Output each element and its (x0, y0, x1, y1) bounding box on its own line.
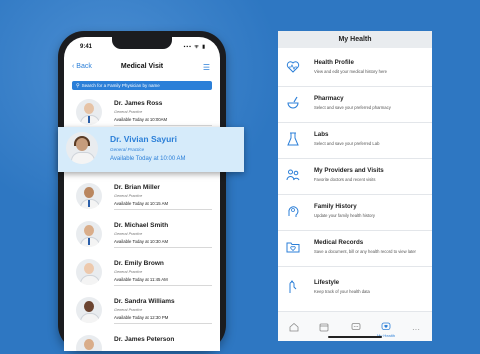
menu-item-providers[interactable]: My Providers and Visits Favorite doctors… (278, 159, 432, 195)
page-title: Medical Visit (120, 63, 164, 70)
promo-background: 9:41 ▪▪▪ ᯤ ▮ ‹ Back Medical Visit ☰ ⚲ Sea… (0, 0, 480, 354)
calendar-icon (319, 323, 329, 332)
my-health-screen: My Health Health Profile View and edit y… (278, 31, 432, 341)
menu-item-health-profile[interactable]: Health Profile View and edit your medica… (278, 51, 432, 87)
doctor-avatar (76, 335, 102, 351)
tab-more[interactable]: ··· (408, 319, 424, 335)
doctor-row[interactable]: Dr. James Peterson (64, 330, 220, 351)
doctor-row[interactable]: Dr. Brian Miller General Practice Availa… (64, 178, 220, 216)
doctor-name: Dr. Brian Miller (114, 184, 160, 191)
doctor-specialty: General Practice (114, 194, 143, 198)
menu-item-desc: View and edit your medical history here (314, 69, 388, 74)
doctor-availability: Available Today at 12:30 PM (114, 315, 169, 320)
phone-screen: 9:41 ▪▪▪ ᯤ ▮ ‹ Back Medical Visit ☰ ⚲ Sea… (64, 37, 220, 351)
row-divider (114, 285, 212, 286)
menu-item-desc: Save a document, bill or any health reco… (314, 249, 416, 254)
tab-home[interactable] (286, 319, 302, 335)
doctor-specialty: General Practice (114, 308, 143, 312)
menu-item-title: Lifestyle (314, 279, 340, 286)
phone-mockup: 9:41 ▪▪▪ ᯤ ▮ ‹ Back Medical Visit ☰ ⚲ Sea… (58, 31, 226, 351)
row-divider (114, 125, 212, 126)
doctor-avatar (76, 259, 102, 285)
screen-title: My Health (278, 31, 432, 48)
search-icon: ⚲ (76, 83, 80, 89)
doctor-specialty: General Practice (114, 232, 143, 236)
doctor-row[interactable]: Dr. Emily Brown General Practice Availab… (64, 254, 220, 292)
doctor-name: Dr. James Ross (114, 100, 163, 107)
doctor-name: Dr. Emily Brown (114, 260, 164, 267)
highlighted-doctor-specialty: General Practice (110, 147, 145, 152)
status-bar: 9:41 ▪▪▪ ᯤ ▮ (64, 42, 220, 54)
chat-icon (351, 323, 361, 330)
menu-item-medical-records[interactable]: Medical Records Save a document, bill or… (278, 231, 432, 267)
menu-item-title: Pharmacy (314, 95, 344, 102)
people-icon (286, 169, 300, 181)
menu-item-labs[interactable]: Labs Select and save your preferred Lab (278, 123, 432, 159)
tab-calendar[interactable] (316, 319, 332, 335)
mortar-pestle-icon (287, 96, 299, 109)
folder-heart-icon (286, 242, 300, 253)
menu-item-desc: Select and save your preferred Lab (314, 141, 380, 146)
row-divider (114, 209, 212, 210)
doctor-name: Dr. Michael Smith (114, 222, 169, 229)
menu-item-desc: Select and save your preferred pharmacy (314, 105, 391, 110)
filter-icon[interactable]: ☰ (203, 63, 210, 72)
heart-pulse-icon (286, 61, 300, 73)
doctor-avatar (76, 221, 102, 247)
doctor-avatar (76, 183, 102, 209)
menu-item-title: Labs (314, 131, 329, 138)
search-placeholder: Search for a Family Physician by name (81, 83, 160, 88)
menu-item-lifestyle[interactable]: Lifestyle Keep track of your health data (278, 271, 432, 306)
row-divider (114, 323, 212, 324)
heart-chat-icon (381, 322, 391, 330)
doctor-avatar (76, 297, 102, 323)
menu-item-family-history[interactable]: Family History Update your family health… (278, 195, 432, 231)
doctor-availability: Available Today at 11:45 AM (114, 277, 168, 282)
tab-chat[interactable] (348, 319, 364, 335)
family-head-icon (288, 206, 299, 217)
doctor-row[interactable]: Dr. Sandra Williams General Practice Ava… (64, 292, 220, 330)
flask-icon (287, 132, 299, 146)
more-icon: ··· (412, 325, 420, 334)
nav-bar: ‹ Back Medical Visit ☰ (64, 59, 220, 79)
menu-item-title: My Providers and Visits (314, 167, 384, 174)
menu-item-title: Health Profile (314, 59, 354, 66)
doctor-availability: Available Today at 10:00AM (114, 117, 168, 122)
doctor-specialty: General Practice (114, 110, 143, 114)
doctor-row[interactable]: Dr. Michael Smith General Practice Avail… (64, 216, 220, 254)
status-icons: ▪▪▪ ᯤ ▮ (183, 44, 206, 50)
home-icon (289, 322, 299, 332)
tab-my-health[interactable]: My Health (377, 319, 395, 338)
doctor-name: Dr. Sandra Williams (114, 298, 175, 305)
home-indicator (328, 336, 382, 338)
highlighted-doctor-name: Dr. Vivian Sayuri (110, 134, 177, 144)
menu-item-title: Medical Records (314, 239, 364, 246)
menu-item-desc: Keep track of your health data (314, 289, 370, 294)
lifestyle-icon (289, 280, 297, 293)
search-input[interactable]: ⚲ Search for a Family Physician by name (72, 81, 212, 90)
status-time: 9:41 (80, 44, 93, 50)
doctor-availability: Available Today at 10:30 AM (114, 239, 169, 244)
menu-item-desc: Favorite doctors and recent visits (314, 177, 376, 182)
menu-item-title: Family History (314, 203, 357, 210)
highlighted-doctor-availability: Available Today at 10:00 AM (110, 156, 186, 162)
menu-item-desc: Update your family health history (314, 213, 375, 218)
doctor-avatar (76, 99, 102, 125)
doctor-avatar (66, 132, 98, 164)
menu-item-pharmacy[interactable]: Pharmacy Select and save your preferred … (278, 87, 432, 123)
row-divider (114, 247, 212, 248)
highlighted-doctor-card[interactable]: Dr. Vivian Sayuri General Practice Avail… (58, 127, 244, 172)
doctor-name: Dr. James Peterson (114, 336, 175, 343)
doctor-specialty: General Practice (114, 270, 143, 274)
doctor-availability: Available Today at 10:15 AM (114, 201, 169, 206)
